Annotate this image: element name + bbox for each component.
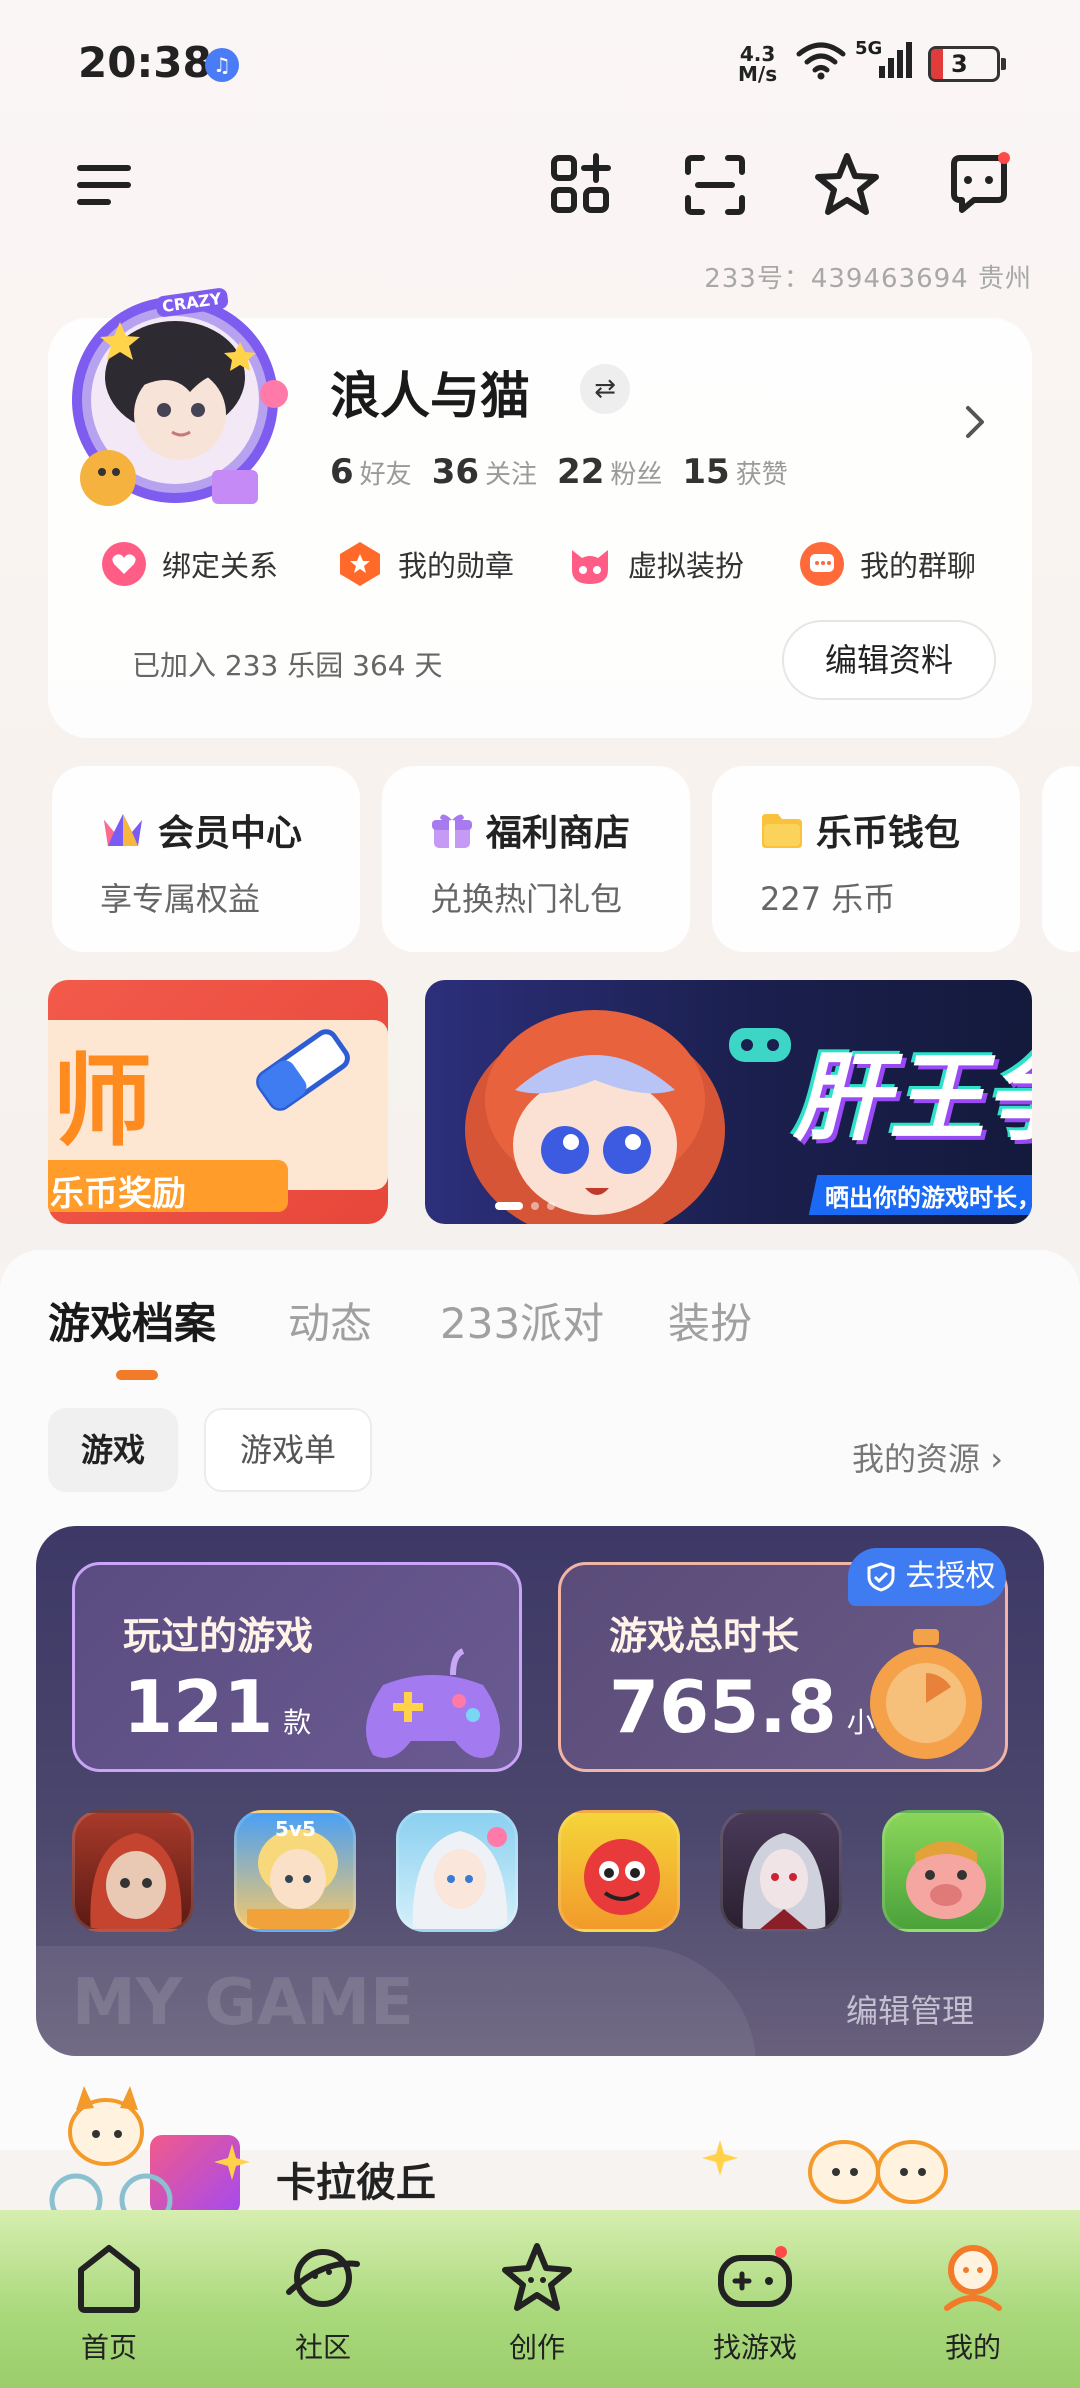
game-art-white-hair-girl-icon	[412, 1827, 508, 1929]
wifi-icon	[796, 42, 846, 80]
joined-days: 已加入 233 乐园 364 天	[132, 649, 443, 682]
subtab-game-lists[interactable]: 游戏单	[204, 1408, 372, 1492]
signal-5g: 5G	[855, 38, 915, 82]
eraser-icon	[256, 1029, 350, 1111]
apps-add-icon[interactable]	[546, 150, 616, 220]
my-resources-link[interactable]: 我的资源 ›	[852, 1434, 1003, 1480]
gamepad-icon	[365, 1648, 501, 1758]
cat-face-icon	[572, 550, 608, 584]
game-art-cartoon-monster-icon	[584, 1839, 660, 1915]
banner-right[interactable]: 肝王争 晒出你的游戏时长，	[425, 980, 1032, 1224]
game-icon-1[interactable]	[72, 1810, 194, 1932]
tab-indicator	[116, 1370, 158, 1380]
avatar-frame-icon	[72, 297, 288, 506]
game-icon-6[interactable]	[882, 1810, 1004, 1932]
folder-wallet-icon	[762, 814, 802, 848]
played-games-count: 121	[123, 1665, 274, 1749]
music-icon: ♫	[205, 48, 239, 82]
scan-icon[interactable]	[680, 150, 750, 220]
total-playtime-value: 765.8	[609, 1665, 837, 1749]
game-art-red-hood-icon	[90, 1833, 182, 1929]
menu-icon[interactable]	[70, 150, 140, 220]
message-icon[interactable]	[944, 150, 1014, 220]
subtab-games[interactable]: 游戏	[48, 1408, 178, 1492]
game-icon-4[interactable]	[558, 1810, 680, 1932]
authorize-button[interactable]: 去授权	[848, 1548, 1006, 1606]
stopwatch-icon	[870, 1629, 982, 1759]
tab-dress-up[interactable]: 装扮	[668, 1290, 752, 1351]
tile-next-peek[interactable]	[1042, 766, 1080, 952]
profile-stats: 6 好友 36 关注 22 粉丝 15 获赞	[330, 452, 788, 492]
nav-profile[interactable]: 我的	[898, 2240, 1048, 2366]
game-icon-3[interactable]	[396, 1810, 518, 1932]
banner-left-caption: 乐币奖励	[50, 1174, 186, 1214]
nav-find-games[interactable]: 找游戏	[680, 2240, 830, 2366]
mascot-bike-icon	[49, 2086, 173, 2227]
banner-right-caption: 晒出你的游戏时长，	[825, 1184, 1032, 1212]
sparkle-icon	[702, 2140, 738, 2176]
panel-watermark-bottom: MY GAME	[72, 1966, 414, 2040]
tile-welfare-shop[interactable]: 福利商店 兑换热门礼包	[382, 766, 690, 952]
stat-following[interactable]: 36 关注	[432, 452, 537, 492]
game-icon-2-label: 5v5	[275, 1817, 316, 1841]
stat-friends[interactable]: 6 好友	[330, 452, 412, 492]
chevron-right-icon: ›	[990, 1440, 1003, 1478]
banner-right-headline: 肝王争	[793, 1042, 1032, 1154]
quick-link-medals[interactable]: 我的勋章	[336, 540, 514, 588]
chevron-right-icon[interactable]	[960, 400, 990, 444]
played-games-box[interactable]: 玩过的游戏 121 款	[72, 1562, 522, 1772]
create-star-icon	[502, 2243, 572, 2311]
quick-link-bind[interactable]: 绑定关系	[100, 540, 278, 588]
game-icon-5[interactable]	[720, 1810, 842, 1932]
tab-game-profile[interactable]: 游戏档案	[48, 1290, 216, 1351]
heart-icon	[102, 542, 146, 586]
gift-icon	[432, 814, 472, 848]
sparkle-icon	[214, 2144, 250, 2180]
quick-link-group-chat[interactable]: 我的群聊	[798, 540, 976, 588]
battery-indicator: 3	[928, 46, 1006, 82]
game-art-pig-icon	[906, 1841, 986, 1919]
nav-home[interactable]: 首页	[34, 2240, 184, 2366]
crown-icon	[104, 814, 142, 846]
anime-character-icon	[465, 1010, 725, 1224]
game-icon-2[interactable]: 5v5	[234, 1810, 356, 1932]
tile-coin-wallet[interactable]: 乐币钱包 227 乐币	[712, 766, 1020, 952]
profile-icon	[944, 2245, 1002, 2311]
planet-icon	[286, 2249, 360, 2307]
signal-bars-icon	[879, 42, 912, 78]
home-icon	[78, 2245, 140, 2313]
banner-pagination	[495, 1202, 555, 1210]
gamepad-small-icon	[729, 1028, 791, 1062]
mascot-pair-icon	[808, 2140, 948, 2204]
game-art-vampire-icon	[742, 1833, 826, 1929]
tile-membership[interactable]: 会员中心 享专属权益	[52, 766, 360, 952]
edit-profile-button[interactable]: 编辑资料	[782, 620, 996, 700]
nav-community[interactable]: 社区	[248, 2240, 398, 2366]
chat-bubble-icon	[800, 542, 844, 586]
featured-game-title[interactable]: 卡拉彼丘	[276, 2150, 436, 2208]
stat-likes[interactable]: 15 获赞	[682, 452, 787, 492]
tab-party[interactable]: 233派对	[440, 1290, 604, 1351]
gamepad-icon	[718, 2246, 792, 2307]
medal-icon	[340, 542, 380, 586]
account-id-location: 233号：439463694 贵州	[704, 264, 1032, 294]
stat-fans[interactable]: 22 粉丝	[557, 452, 662, 492]
quick-link-avatar-dress[interactable]: 虚拟装扮	[566, 540, 744, 588]
net-speed: 4.3 M/s	[738, 42, 778, 86]
nav-create[interactable]: 创作	[462, 2240, 612, 2366]
avatar[interactable]: CRAZY	[60, 282, 290, 512]
user-name: 浪人与猫	[330, 367, 530, 425]
banner-left[interactable]: 师 乐币奖励	[48, 980, 388, 1224]
switch-account-icon[interactable]: ⇄	[580, 364, 630, 414]
status-time: 20:38	[78, 38, 212, 87]
edit-manage-link[interactable]: 编辑管理	[846, 1986, 974, 2032]
tab-feed[interactable]: 动态	[288, 1290, 372, 1351]
star-icon[interactable]	[812, 150, 882, 220]
banner-left-headline: 师	[52, 1043, 152, 1160]
shield-check-icon	[867, 1562, 895, 1592]
